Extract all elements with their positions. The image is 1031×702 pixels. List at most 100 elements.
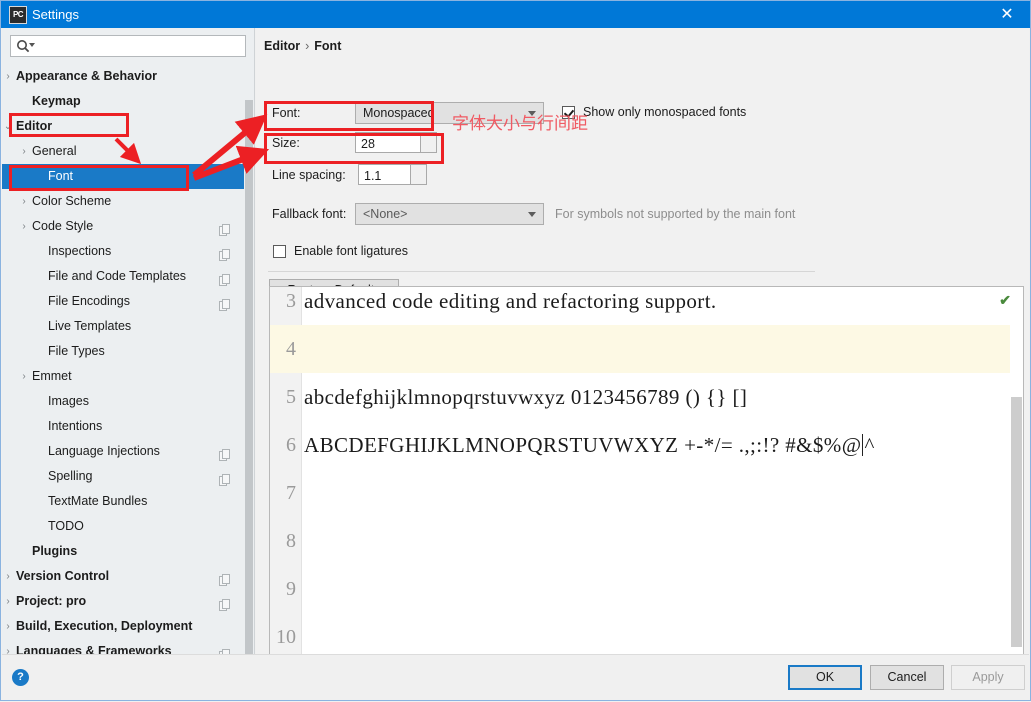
line-number: 7	[286, 482, 296, 504]
editor-line[interactable]: 10	[270, 613, 1023, 655]
size-input-wrap[interactable]	[355, 132, 421, 153]
copy-settings-icon[interactable]	[219, 570, 230, 586]
chevron-right-icon[interactable]: ›	[2, 564, 14, 589]
chevron-down-icon[interactable]	[29, 43, 35, 47]
sidebar-item-code-style[interactable]: › Code Style	[2, 214, 244, 239]
font-label: Font:	[272, 106, 301, 120]
cancel-button[interactable]: Cancel	[870, 665, 944, 690]
show-monospaced-checkbox[interactable]	[562, 106, 575, 119]
editor-scrollbar-track[interactable]	[1010, 287, 1023, 655]
line-spacing-input[interactable]	[362, 166, 408, 185]
sidebar-item-language-injections[interactable]: Language Injections	[2, 439, 244, 464]
search-box[interactable]	[10, 35, 246, 57]
sidebar-item-label: Emmet	[32, 369, 72, 383]
sidebar-item-font[interactable]: Font	[2, 164, 244, 189]
breadcrumb: Editor › Font	[264, 39, 341, 53]
editor-line[interactable]: 8	[270, 517, 1023, 565]
sidebar-scrollbar-track[interactable]	[244, 64, 254, 680]
line-number: 5	[286, 386, 296, 408]
chevron-right-icon[interactable]: ›	[2, 614, 14, 639]
copy-settings-icon[interactable]	[219, 595, 230, 611]
sidebar-item-project-pro[interactable]: › Project: pro	[2, 589, 244, 614]
line-number: 4	[286, 338, 296, 360]
font-family-dropdown[interactable]: Monospaced	[355, 102, 544, 124]
sidebar-item-label: Color Scheme	[32, 194, 112, 208]
size-label: Size:	[272, 136, 300, 150]
sidebar-item-label: Plugins	[32, 544, 78, 558]
enable-ligatures-checkbox[interactable]	[273, 245, 286, 258]
chevron-right-icon[interactable]: ›	[2, 64, 14, 89]
breadcrumb-current: Font	[314, 39, 342, 53]
window-title: Settings	[32, 7, 79, 22]
editor-line[interactable]: 4	[270, 325, 1023, 373]
line-number: 10	[276, 626, 296, 648]
editor-line[interactable]: 9	[270, 565, 1023, 613]
chevron-right-icon[interactable]: ›	[18, 139, 30, 164]
chevron-right-icon[interactable]: ›	[18, 364, 30, 389]
sidebar-item-spelling[interactable]: Spelling	[2, 464, 244, 489]
sidebar-item-general[interactable]: › General	[2, 139, 244, 164]
editor-line[interactable]: 7	[270, 469, 1023, 517]
editor-line[interactable]: 5 abcdefghijklmnopqrstuvwxyz 0123456789 (…	[270, 373, 1023, 421]
breadcrumb-parent[interactable]: Editor	[264, 39, 300, 53]
sidebar-item-label: File and Code Templates	[48, 269, 187, 283]
sidebar-item-build-execution-deployment[interactable]: › Build, Execution, Deployment	[2, 614, 244, 639]
sidebar-item-file-types[interactable]: File Types	[2, 339, 244, 364]
size-input[interactable]	[359, 134, 418, 153]
sidebar-item-live-templates[interactable]: Live Templates	[2, 314, 244, 339]
chevron-right-icon[interactable]: ›	[2, 589, 14, 614]
sidebar-item-label: TODO	[48, 519, 84, 533]
sidebar-scrollbar-thumb[interactable]	[245, 100, 253, 680]
line-number: 6	[286, 434, 296, 456]
sidebar-item-file-and-code-templates[interactable]: File and Code Templates	[2, 264, 244, 289]
fallback-font-dropdown[interactable]: <None>	[355, 203, 544, 225]
help-icon[interactable]: ?	[12, 669, 29, 686]
font-preview-editor[interactable]: 3 advanced code editing and refactoring s…	[269, 286, 1024, 656]
show-monospaced-label[interactable]: Show only monospaced fonts	[583, 105, 746, 119]
chevron-right-icon[interactable]: ›	[18, 189, 30, 214]
sidebar-item-textmate-bundles[interactable]: TextMate Bundles	[2, 489, 244, 514]
line-number: 3	[286, 290, 296, 312]
sidebar-item-plugins[interactable]: Plugins	[2, 539, 244, 564]
sidebar-item-label: General	[32, 144, 77, 158]
ok-button[interactable]: OK	[788, 665, 862, 690]
settings-sidebar: › Appearance & Behavior Keymap ⌄ Editor › Gene…	[2, 28, 255, 680]
editor-scrollbar-thumb[interactable]	[1011, 397, 1022, 647]
settings-tree[interactable]: › Appearance & Behavior Keymap ⌄ Editor › Gene…	[2, 64, 244, 656]
editor-line[interactable]: 6 ABCDEFGHIJKLMNOPQRSTUVWXYZ +-*/= .,;:!?…	[270, 421, 1023, 469]
sidebar-item-color-scheme[interactable]: › Color Scheme	[2, 189, 244, 214]
copy-settings-icon[interactable]	[219, 270, 230, 286]
sidebar-item-file-encodings[interactable]: File Encodings	[2, 289, 244, 314]
sidebar-item-label: Spelling	[48, 469, 93, 483]
sidebar-item-version-control[interactable]: › Version Control	[2, 564, 244, 589]
sidebar-item-label: Font	[48, 169, 74, 183]
copy-settings-icon[interactable]	[219, 445, 230, 461]
sidebar-item-intentions[interactable]: Intentions	[2, 414, 244, 439]
sidebar-item-editor[interactable]: ⌄ Editor	[2, 114, 244, 139]
sidebar-item-inspections[interactable]: Inspections	[2, 239, 244, 264]
copy-settings-icon[interactable]	[219, 245, 230, 261]
apply-button: Apply	[951, 665, 1025, 690]
sidebar-item-images[interactable]: Images	[2, 389, 244, 414]
enable-ligatures-label[interactable]: Enable font ligatures	[294, 244, 408, 258]
copy-settings-icon[interactable]	[219, 220, 230, 236]
sidebar-item-keymap[interactable]: Keymap	[2, 89, 244, 114]
sidebar-item-appearance-behavior[interactable]: › Appearance & Behavior	[2, 64, 244, 89]
editor-line[interactable]: 3 advanced code editing and refactoring s…	[270, 287, 1023, 325]
close-icon[interactable]: ✕	[984, 1, 1030, 28]
line-spacing-input-wrap[interactable]	[358, 164, 411, 185]
caret-trailing-glyph: ^	[862, 433, 875, 457]
search-input[interactable]	[37, 38, 241, 57]
size-stepper[interactable]	[421, 132, 437, 153]
sidebar-item-label: File Types	[48, 344, 105, 358]
copy-settings-icon[interactable]	[219, 470, 230, 486]
sidebar-item-emmet[interactable]: › Emmet	[2, 364, 244, 389]
font-family-value: Monospaced	[363, 106, 435, 120]
chevron-down-icon[interactable]: ⌄	[2, 114, 14, 139]
sidebar-item-label: Project: pro	[16, 594, 87, 608]
chevron-right-icon[interactable]: ›	[18, 214, 30, 239]
line-spacing-stepper[interactable]	[411, 164, 427, 185]
sidebar-item-todo[interactable]: TODO	[2, 514, 244, 539]
sidebar-item-label: Live Templates	[48, 319, 132, 333]
copy-settings-icon[interactable]	[219, 295, 230, 311]
